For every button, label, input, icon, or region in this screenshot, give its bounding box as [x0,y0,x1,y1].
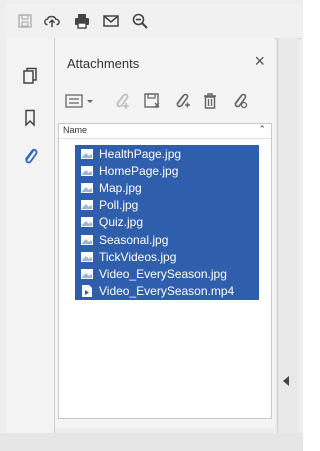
column-header[interactable]: Name ⌃ [59,124,271,139]
open-attachment-icon [111,90,133,112]
list-item[interactable]: Seasonal.jpg [75,230,259,249]
bookmark-icon[interactable] [20,108,40,128]
list-item[interactable]: Quiz.jpg [75,213,259,231]
list-item-label: Poll.jpg [99,198,139,213]
list-item[interactable]: Map.jpg [75,179,259,197]
image-file-icon [81,268,93,279]
attachment-paperclip-icon[interactable] [20,146,40,166]
image-file-icon [81,251,93,262]
attachment-rows: HealthPage.jpg HomePage.jpg Map.jpg Poll… [75,145,259,300]
image-file-icon [81,165,93,176]
print-icon[interactable] [73,12,91,30]
list-item-label: Video_EverySeason.mp4 [99,284,235,299]
image-file-icon [81,182,93,193]
sort-chevron-icon[interactable]: ⌃ [258,124,266,135]
list-item[interactable]: HealthPage.jpg [75,145,259,163]
search-attachment-icon[interactable] [229,90,251,112]
image-file-icon [81,217,93,228]
delete-icon[interactable] [199,90,221,112]
upload-cloud-icon[interactable] [43,12,61,30]
list-item[interactable]: HomePage.jpg [75,162,259,180]
save-icon[interactable] [16,12,34,30]
list-item-label: HealthPage.jpg [99,146,182,161]
add-attachment-icon[interactable] [171,90,193,112]
email-icon[interactable] [102,12,120,30]
navigation-rail [6,38,55,433]
panel-title: Attachments [67,56,140,71]
list-item[interactable]: Video_EverySeason.jpg [75,265,259,283]
bottom-shadow [0,433,303,451]
column-header-name: Name [63,125,88,135]
zoom-out-icon[interactable] [131,12,149,30]
list-item-label: Map.jpg [99,180,142,195]
attachments-toolbar [63,86,268,114]
close-icon[interactable]: × [254,51,265,72]
save-attachment-icon[interactable] [141,90,163,112]
image-file-icon [81,200,93,211]
panel-collapse-bar[interactable] [277,38,298,433]
collapse-left-arrow-icon[interactable] [283,376,289,386]
image-file-icon [81,148,93,159]
attachments-panel: Attachments × Name ⌃ HealthPage.jpg Home… [55,38,275,428]
list-item[interactable]: Poll.jpg [75,196,259,214]
attachments-list[interactable]: Name ⌃ HealthPage.jpg HomePage.jpg Map.j… [58,123,272,419]
top-toolbar [6,4,302,39]
pages-icon[interactable] [20,66,40,86]
list-item[interactable]: Video_EverySeason.mp4 [75,282,259,300]
video-file-icon [81,285,93,298]
image-file-icon [81,234,93,245]
list-item-label: Quiz.jpg [99,215,144,230]
list-item[interactable]: TickVideos.jpg [75,248,259,266]
list-item-label: HomePage.jpg [99,163,179,178]
options-menu-icon[interactable] [65,90,95,112]
list-item-label: TickVideos.jpg [99,249,177,264]
list-item-label: Seasonal.jpg [99,232,169,247]
list-item-label: Video_EverySeason.jpg [99,266,227,281]
